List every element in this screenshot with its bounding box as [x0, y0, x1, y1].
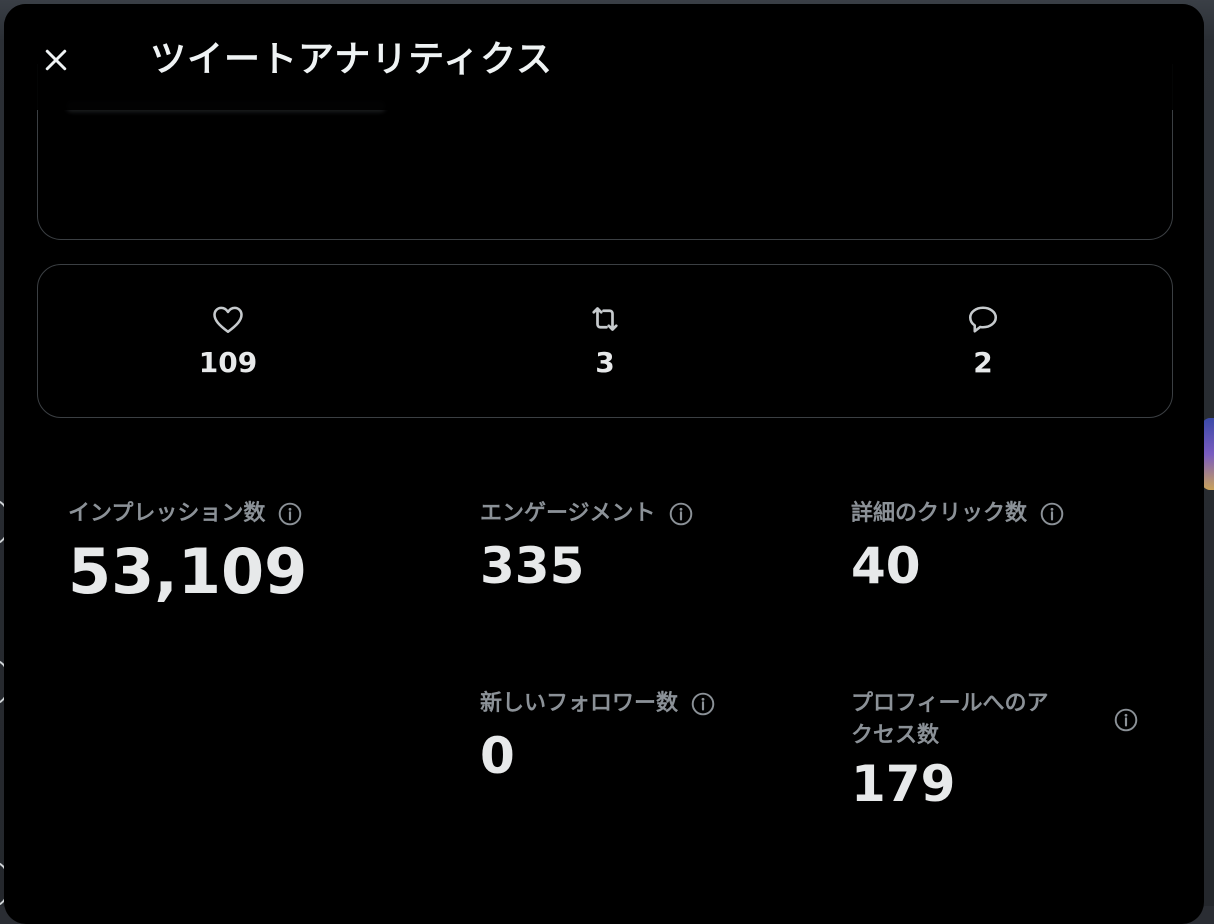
likes-stat: 109 — [168, 301, 288, 379]
info-icon[interactable] — [1039, 501, 1065, 527]
profile-visits-value: 179 — [851, 755, 956, 813]
likes-count: 109 — [198, 346, 258, 379]
new-followers-value: 0 — [480, 727, 515, 785]
profile-visits-label-line1: プロフィールへのア — [851, 691, 1049, 716]
reply-icon — [968, 306, 998, 333]
engagements-metric: エンゲージメント 335 — [480, 498, 694, 596]
retweets-stat: 3 — [545, 301, 665, 379]
engagements-label: エンゲージメント — [480, 501, 656, 526]
engagement-summary: 109 3 2 — [37, 264, 1173, 418]
replies-count: 2 — [973, 346, 993, 379]
replies-stat: 2 — [923, 301, 1043, 379]
info-icon[interactable] — [277, 501, 303, 527]
modal-title: ツイートアナリティクス — [150, 39, 554, 80]
analytics-modal: ツイートアナリティクス 109 3 2 インプレッション数 53,109 エンゲ… — [4, 4, 1204, 924]
retweets-count: 3 — [595, 346, 615, 379]
close-button[interactable] — [36, 40, 76, 80]
impressions-label: インプレッション数 — [68, 501, 266, 526]
modal-header: ツイートアナリティクス — [4, 4, 1204, 110]
heart-icon — [213, 306, 243, 334]
info-icon[interactable] — [668, 501, 694, 527]
profile-visits-label-line2: クセス数 — [851, 723, 940, 748]
new-followers-metric: 新しいフォロワー数 0 — [480, 688, 716, 786]
profile-visits-metric: プロフィールへのア クセス数 179 — [851, 688, 1141, 814]
impressions-metric: インプレッション数 53,109 — [68, 498, 307, 608]
detail-clicks-metric: 詳細のクリック数 40 — [851, 498, 1065, 596]
info-icon[interactable] — [1113, 707, 1139, 733]
impressions-value: 53,109 — [68, 535, 308, 608]
close-icon — [45, 49, 67, 71]
new-followers-label: 新しいフォロワー数 — [480, 691, 679, 716]
detail-clicks-value: 40 — [851, 537, 921, 595]
info-icon[interactable] — [690, 691, 716, 717]
detail-clicks-label: 詳細のクリック数 — [851, 501, 1028, 526]
engagements-value: 335 — [480, 537, 585, 595]
retweet-icon — [592, 307, 618, 331]
